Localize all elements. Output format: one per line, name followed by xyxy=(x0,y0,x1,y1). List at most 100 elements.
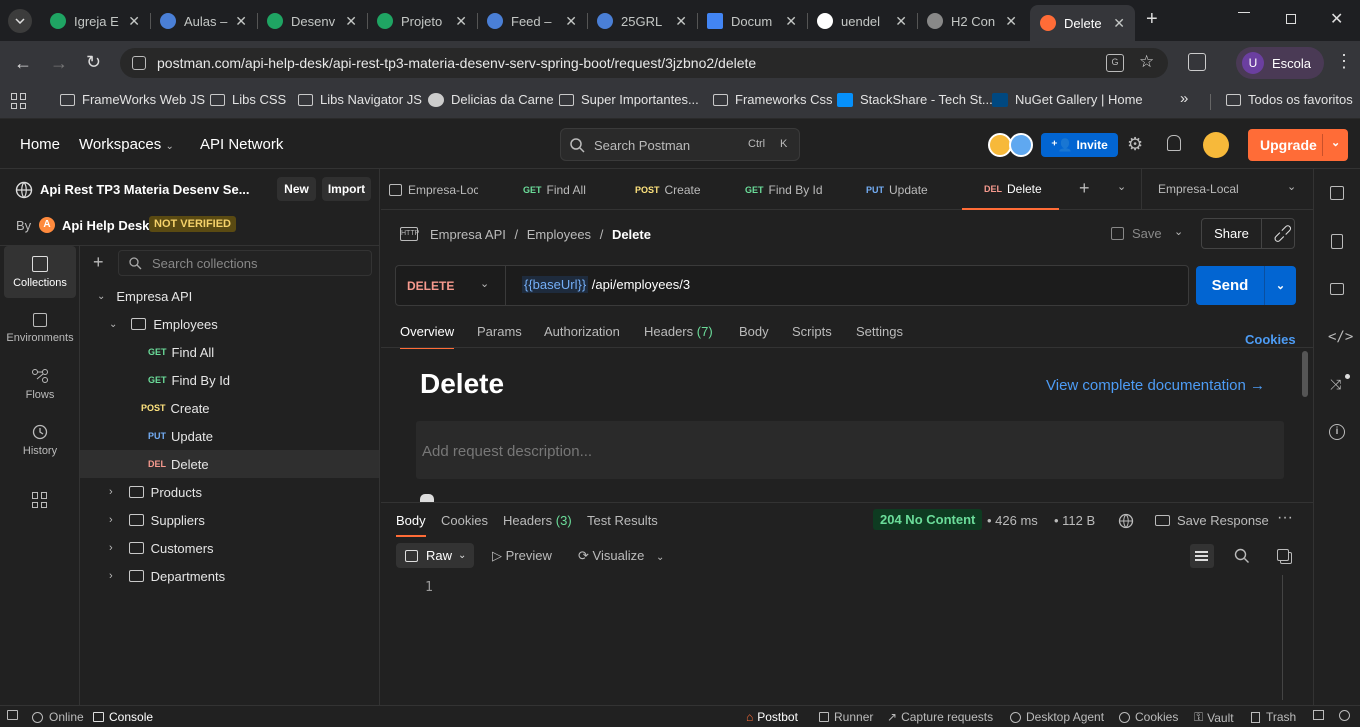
new-tab-button[interactable]: + xyxy=(1146,8,1158,31)
tab-environment[interactable]: Empresa-Loca xyxy=(389,169,478,210)
comments-icon[interactable] xyxy=(1330,283,1344,295)
search-icon[interactable] xyxy=(1234,548,1250,564)
postbot-button[interactable]: ⌂ Postbot xyxy=(746,710,798,724)
browser-tab[interactable]: Igreja E ✕ xyxy=(40,6,150,36)
owner-name[interactable]: Api Help Desk xyxy=(62,218,149,233)
minimize-button[interactable] xyxy=(1238,12,1250,13)
menu-dots-icon[interactable]: ⋮ xyxy=(1335,51,1353,72)
bell-icon[interactable] xyxy=(1167,135,1181,151)
scrollbar[interactable] xyxy=(1302,351,1308,397)
tree-request[interactable]: POST Create xyxy=(80,394,379,422)
tab-request[interactable]: GET Find All xyxy=(523,169,586,210)
close-tab-icon[interactable]: ✕ xyxy=(455,13,467,30)
star-icon[interactable]: ☆ xyxy=(1139,52,1154,72)
browser-tab-active[interactable]: Delete ✕ xyxy=(1030,5,1135,41)
invite-button[interactable]: ⁺👤 Invite xyxy=(1041,133,1118,157)
layout-icon[interactable] xyxy=(1313,710,1324,720)
close-tab-icon[interactable]: ✕ xyxy=(675,13,687,30)
view-docs-link[interactable]: View complete documentation → xyxy=(1046,377,1265,394)
close-window-button[interactable]: ✕ xyxy=(1330,9,1343,29)
browser-tab[interactable]: Projeto ✕ xyxy=(367,6,477,36)
chevron-down-icon[interactable]: ⌄ xyxy=(1117,180,1126,193)
browser-tab[interactable]: Desenv ✕ xyxy=(257,6,367,36)
trash-button[interactable]: Trash xyxy=(1251,710,1296,724)
online-status[interactable]: Online xyxy=(32,710,84,724)
rail-flows[interactable]: Flows xyxy=(4,358,76,410)
import-button[interactable]: Import xyxy=(322,177,371,201)
base-url-variable[interactable]: {{baseUrl}} xyxy=(522,276,589,293)
tree-folder[interactable]: › Products xyxy=(80,478,379,506)
tree-folder-employees[interactable]: ⌄ Employees xyxy=(80,310,379,338)
search-postman[interactable]: Search Postman Ctrl K xyxy=(560,128,800,161)
resp-tab-headers[interactable]: Headers (3) xyxy=(503,513,572,528)
browser-tab[interactable]: H2 Con ✕ xyxy=(917,6,1027,36)
tab-settings[interactable]: Settings xyxy=(856,324,903,339)
info-icon[interactable]: i xyxy=(1329,424,1345,440)
omnibox[interactable]: postman.com/api-help-desk/api-rest-tp3-m… xyxy=(120,48,1168,78)
copy-icon[interactable] xyxy=(1277,549,1289,561)
more-bookmarks[interactable]: » xyxy=(1180,90,1188,107)
close-tab-icon[interactable]: ✕ xyxy=(345,13,357,30)
tab-request[interactable]: GET Find By Id xyxy=(745,169,823,210)
rail-history[interactable]: History xyxy=(4,414,76,466)
user-avatar[interactable] xyxy=(1203,132,1229,158)
all-bookmarks[interactable]: Todos os favoritos xyxy=(1226,92,1353,107)
tree-request[interactable]: GET Find By Id xyxy=(80,366,379,394)
browser-tab[interactable]: Aulas – ✕ xyxy=(150,6,257,36)
close-tab-icon[interactable]: ✕ xyxy=(1113,15,1125,32)
environment-selector[interactable]: Empresa-Local ⌄ xyxy=(1141,169,1313,210)
bookmark[interactable]: FrameWorks Web JS xyxy=(60,92,205,107)
tab-body[interactable]: Body xyxy=(739,324,769,339)
breadcrumb-collection[interactable]: Empresa API xyxy=(430,227,506,242)
globe-icon[interactable] xyxy=(1118,513,1134,529)
tree-folder[interactable]: › Departments xyxy=(80,562,379,590)
gear-icon[interactable]: ⚙ xyxy=(1127,134,1143,155)
bookmark[interactable]: Super Importantes... xyxy=(559,92,699,107)
rail-environments[interactable]: Environments xyxy=(4,302,76,354)
wrap-lines-icon[interactable] xyxy=(1190,544,1214,568)
documentation-icon[interactable] xyxy=(1330,186,1344,200)
translate-icon[interactable]: G xyxy=(1106,54,1124,72)
bookmark[interactable]: Frameworks Css xyxy=(713,92,833,107)
code-icon[interactable]: </> xyxy=(1328,329,1353,345)
tree-folder[interactable]: › Customers xyxy=(80,534,379,562)
tab-request-active[interactable]: DEL Delete xyxy=(962,169,1059,210)
tree-request[interactable]: GET Find All xyxy=(80,338,379,366)
tree-collection-root[interactable]: ⌄ Empresa API xyxy=(80,282,379,310)
help-icon[interactable] xyxy=(1339,710,1350,721)
response-time[interactable]: • 426 ms xyxy=(987,513,1038,528)
bookmark[interactable]: StackShare - Tech St... xyxy=(837,92,993,107)
new-button[interactable]: New xyxy=(277,177,316,201)
preview-button[interactable]: ▷ Preview xyxy=(492,548,552,564)
capture-requests-button[interactable]: ↗ Capture requests xyxy=(887,710,993,724)
tree-request[interactable]: PUT Update xyxy=(80,422,379,450)
add-collection-icon[interactable]: + xyxy=(93,252,104,273)
nav-home[interactable]: Home xyxy=(20,136,60,153)
url-text[interactable]: postman.com/api-help-desk/api-rest-tp3-m… xyxy=(157,55,756,71)
close-tab-icon[interactable]: ✕ xyxy=(235,13,247,30)
format-select[interactable]: Raw ⌄ xyxy=(396,543,474,568)
share-button[interactable]: Share xyxy=(1202,219,1261,248)
tab-headers[interactable]: Headers (7) xyxy=(644,324,713,339)
vault-button[interactable]: ⚿ Vault xyxy=(1194,710,1234,725)
toggle-sidebar-icon[interactable] xyxy=(7,710,18,720)
close-tab-icon[interactable]: ✕ xyxy=(565,13,577,30)
response-size[interactable]: • 112 B xyxy=(1054,513,1095,528)
back-icon[interactable]: ← xyxy=(14,53,32,74)
close-tab-icon[interactable]: ✕ xyxy=(1005,13,1017,30)
reload-icon[interactable]: ↻ xyxy=(86,52,101,73)
close-tab-icon[interactable]: ✕ xyxy=(895,13,907,30)
bookmark[interactable]: Delicias da Carne xyxy=(428,92,554,107)
resp-tab-cookies[interactable]: Cookies xyxy=(441,513,488,528)
profile-button[interactable]: U Escola xyxy=(1236,47,1324,79)
runner-button[interactable]: Runner xyxy=(819,710,873,724)
cookies-button[interactable]: Cookies xyxy=(1119,710,1178,724)
send-button[interactable]: Send xyxy=(1196,266,1264,305)
browser-tab[interactable]: Feed – ✕ xyxy=(477,6,587,36)
maximize-button[interactable] xyxy=(1286,14,1296,24)
related-icon[interactable]: ⤨ xyxy=(1330,376,1341,393)
extensions-icon[interactable] xyxy=(1188,53,1206,71)
tab-authorization[interactable]: Authorization xyxy=(544,324,620,339)
description-field[interactable]: Add request description... xyxy=(416,421,1284,479)
workspace-title[interactable]: Api Rest TP3 Materia Desenv Se... xyxy=(40,182,250,197)
